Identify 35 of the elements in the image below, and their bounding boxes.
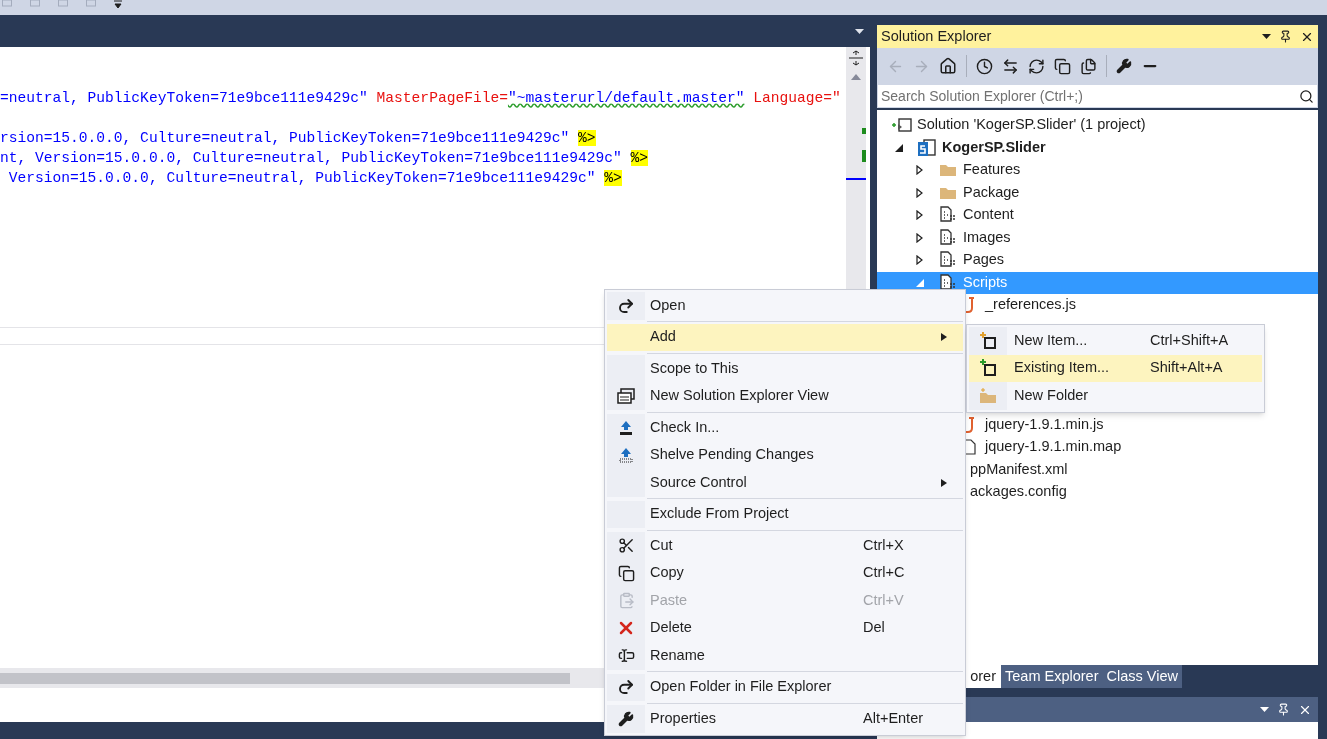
tree-item-label[interactable]: _references.js [985,294,1077,317]
menu-item[interactable]: Existing Item... Shift+Alt+A [969,354,1262,382]
code-line: Version=15.0.0.0, Culture=neutral, PublicKeyToken=71e9bce111e9429c" %> [7,169,622,188]
menu-item[interactable]: Source Control [607,469,963,497]
menu-item[interactable]: Copy Ctrl+C [607,559,963,587]
menu-item[interactable]: New Solution Explorer View [607,382,963,410]
tree-item-label[interactable]: Content [963,204,1014,227]
menu-item[interactable]: New Folder [969,382,1262,410]
menu-item[interactable]: Open [607,292,963,320]
tree-item-label[interactable]: ppManifest.xml [970,458,1068,481]
tree-item-label[interactable]: Images [963,226,1011,249]
menu-item[interactable]: Add [607,323,963,351]
tree-item-label[interactable]: ackages.config [970,481,1067,504]
menu-item[interactable]: Properties Alt+Enter [607,705,963,733]
menu-item[interactable]: Rename [607,642,963,670]
code-line: =neutral, PublicKeyToken=71e9bce111e9429c" MasterPageFile="~masterurl/default.master" Language=" [0,89,841,108]
tree-item-label[interactable]: Pages [963,249,1005,272]
tree-item-label[interactable]: jquery-1.9.1.min.map [985,436,1122,459]
menu-item[interactable]: New Item... Ctrl+Shift+A [969,327,1262,355]
menu-item[interactable]: Delete Del [607,614,963,642]
tree-item-label[interactable]: KogerSP.Slider [942,136,1046,159]
panel-tab[interactable]: Team Explorer [1001,665,1103,688]
menu-item[interactable]: Exclude From Project [607,500,963,528]
menu-item[interactable]: Open Folder in File Explorer [607,673,963,701]
code-line: rsion=15.0.0.0, Culture=neutral, PublicKeyToken=71e9bce111e9429c" %> [0,129,596,148]
menu-item[interactable]: Shelve Pending Changes [607,441,963,469]
menu-item[interactable]: Scope to This [607,355,963,383]
panel-title: Solution Explorer [881,26,993,46]
menu-item[interactable]: Cut Ctrl+X [607,532,963,560]
tree-item-label[interactable]: Package [963,181,1020,204]
panel-tab[interactable]: Class View [1102,665,1182,688]
tree-item-label[interactable]: Solution 'KogerSP.Slider' (1 project) [917,114,1146,137]
tree-item-label[interactable]: Features [963,159,1021,182]
tree-item-label[interactable]: jquery-1.9.1.min.js [985,413,1104,436]
menu-item[interactable]: Check In... [607,414,963,442]
